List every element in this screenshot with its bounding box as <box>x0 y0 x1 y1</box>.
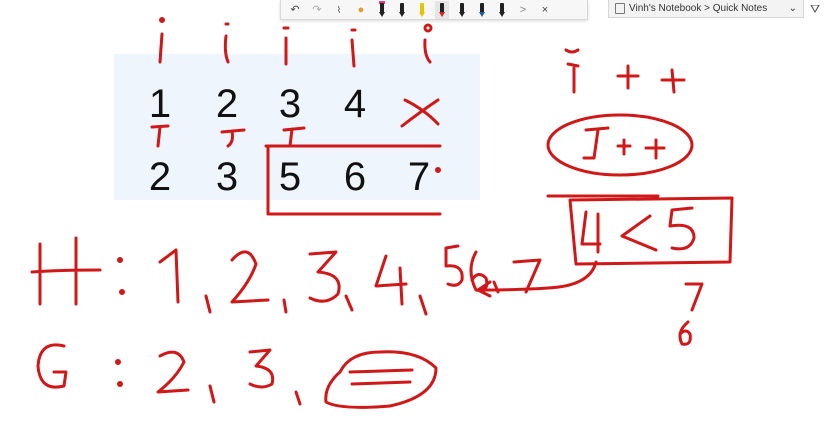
handwriting-ink-layer <box>30 17 734 409</box>
box-567 <box>264 144 442 216</box>
i-markers <box>158 17 433 68</box>
label-G <box>36 343 68 389</box>
box-compare <box>568 196 734 266</box>
cross-mark <box>400 98 440 128</box>
label-H <box>30 236 102 306</box>
